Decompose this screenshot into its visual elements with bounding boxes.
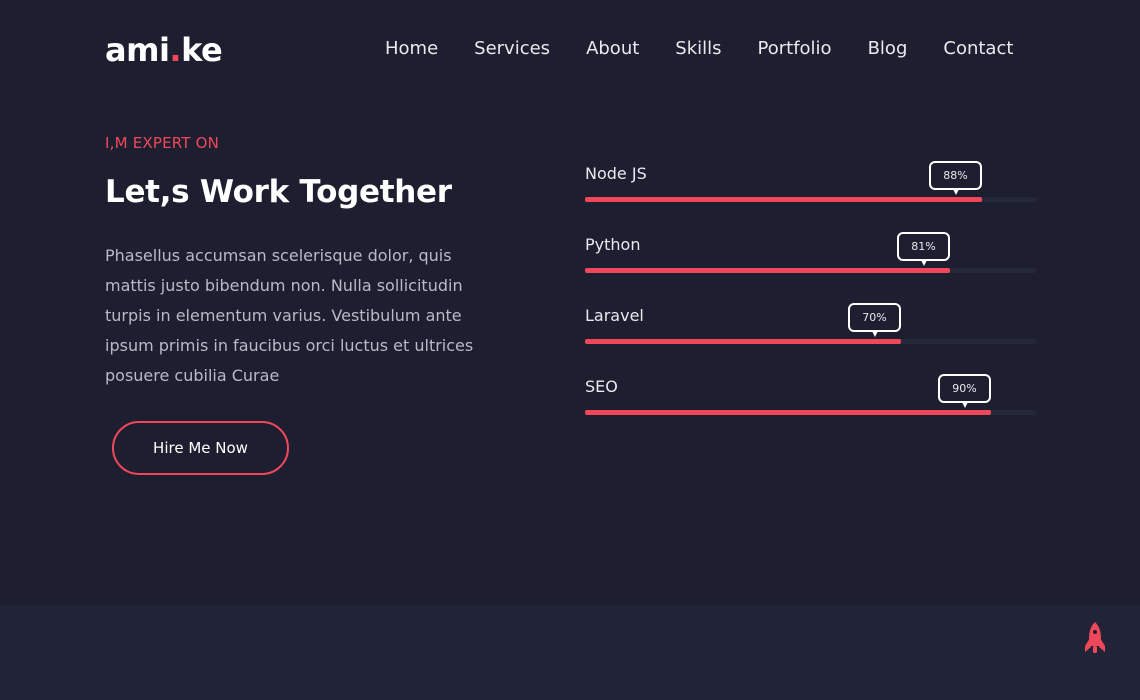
skills-list: Node JS 88% Python 81% Laravel 70% SEO 9…: [585, 160, 1036, 444]
skill-progress-fill: [585, 197, 982, 202]
nav-contact[interactable]: Contact: [943, 36, 1013, 62]
logo-main: ami: [105, 31, 170, 69]
skill-percent-bubble: 88%: [929, 161, 982, 195]
nav-skills[interactable]: Skills: [675, 36, 721, 62]
skill-progress-track: [585, 339, 1036, 344]
nav-home[interactable]: Home: [385, 36, 438, 62]
logo-rest: ke: [181, 31, 223, 69]
logo-dot: .: [169, 31, 182, 69]
section-eyebrow: I,M EXPERT ON: [105, 134, 220, 152]
skill-name: Laravel: [585, 306, 644, 325]
nav-portfolio[interactable]: Portfolio: [758, 36, 832, 62]
skill-name: Python: [585, 235, 641, 254]
nav-about[interactable]: About: [586, 36, 639, 62]
skill-progress-track: [585, 197, 1036, 202]
next-section-band: [0, 605, 1140, 700]
skill-progress-fill: [585, 410, 991, 415]
skill-progress-track: [585, 268, 1036, 273]
skill-item-laravel: Laravel 70%: [585, 302, 1036, 373]
skill-name: Node JS: [585, 164, 647, 183]
skill-name: SEO: [585, 377, 618, 396]
logo[interactable]: ami.ke: [105, 28, 223, 72]
page: ami.ke Home Services About Skills Portfo…: [0, 0, 1140, 700]
nav-services[interactable]: Services: [474, 36, 550, 62]
skill-percent-bubble: 90%: [938, 374, 991, 408]
section-title: Let,s Work Together: [105, 174, 452, 210]
hire-me-button[interactable]: Hire Me Now: [112, 421, 289, 475]
skill-progress-fill: [585, 339, 901, 344]
nav-blog[interactable]: Blog: [868, 36, 908, 62]
main-nav: Home Services About Skills Portfolio Blo…: [385, 36, 1013, 62]
section-description: Phasellus accumsan scelerisque dolor, qu…: [105, 246, 474, 385]
skill-percent-bubble: 81%: [897, 232, 950, 266]
skill-progress-fill: [585, 268, 950, 273]
rocket-icon-svg: [1085, 622, 1105, 653]
rocket-icon[interactable]: [1082, 620, 1108, 658]
skill-item-python: Python 81%: [585, 231, 1036, 302]
skill-item-seo: SEO 90%: [585, 373, 1036, 444]
skill-percent-bubble: 70%: [848, 303, 901, 337]
skill-item-nodejs: Node JS 88%: [585, 160, 1036, 231]
skill-progress-track: [585, 410, 1036, 415]
